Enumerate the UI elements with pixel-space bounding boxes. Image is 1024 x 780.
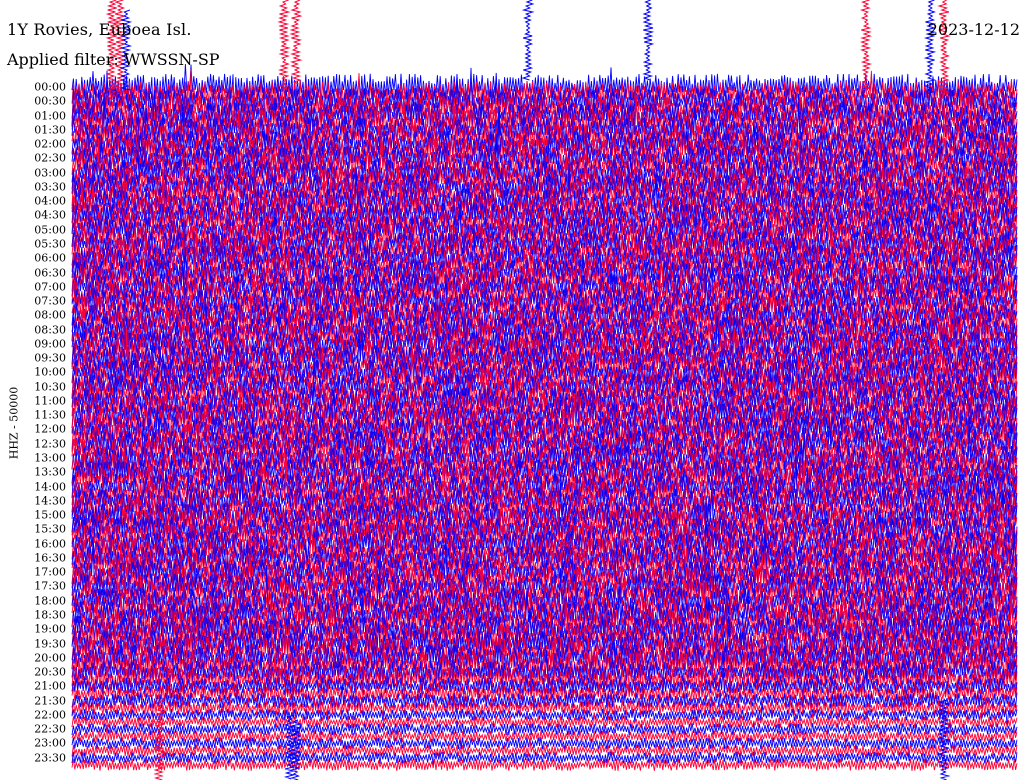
row-time-label: 21:00	[34, 679, 66, 693]
row-time-label: 05:00	[34, 223, 66, 237]
row-time-label: 08:00	[34, 308, 66, 322]
row-time-label: 08:30	[34, 323, 66, 337]
row-time-label: 16:30	[34, 551, 66, 565]
row-time-label: 11:30	[34, 408, 66, 422]
event-spike	[642, 0, 655, 81]
row-time-label: 20:30	[34, 665, 66, 679]
plot-date: 2023-12-12	[927, 20, 1020, 39]
row-time-label: 22:30	[34, 722, 66, 736]
row-time-label: 00:30	[34, 94, 66, 108]
row-time-label: 02:00	[34, 137, 66, 151]
row-time-label: 06:30	[34, 266, 66, 279]
row-time-label: 19:30	[34, 637, 66, 651]
row-time-label: 13:30	[34, 465, 66, 479]
row-time-label: 17:30	[34, 579, 66, 593]
row-time-label: 19:00	[34, 622, 66, 636]
row-time-label: 18:00	[34, 594, 66, 608]
row-time-label: 14:00	[34, 480, 66, 494]
row-time-label: 09:30	[34, 351, 66, 365]
event-spike	[277, 0, 291, 91]
row-time-label: 14:30	[34, 494, 66, 508]
row-time-label: 13:00	[34, 451, 66, 465]
event-spike	[923, 0, 937, 95]
row-time-label: 02:30	[34, 151, 66, 165]
row-time-label: 01:30	[34, 123, 66, 137]
row-time-label: 18:30	[34, 608, 66, 622]
row-time-label: 01:00	[34, 109, 66, 123]
row-time-label: 21:30	[34, 694, 66, 708]
row-time-label: 11:00	[34, 394, 66, 408]
event-spike	[521, 0, 535, 81]
row-time-label: 09:00	[34, 337, 66, 351]
row-time-label: 03:00	[34, 166, 66, 180]
row-time-label: 04:00	[34, 194, 66, 208]
event-spike	[859, 0, 873, 91]
event-spike	[289, 0, 303, 85]
row-time-label: 12:30	[34, 437, 66, 451]
row-time-label: 23:00	[34, 736, 66, 750]
row-time-label: 23:30	[34, 751, 66, 765]
row-time-label: 15:00	[34, 508, 66, 522]
row-time-label: 07:30	[34, 294, 66, 308]
row-time-label: 15:30	[34, 522, 66, 536]
row-time-label: 06:00	[34, 251, 66, 265]
row-time-label: 10:30	[34, 380, 66, 394]
row-time-label: 00:00	[34, 80, 66, 94]
row-time-label: 20:00	[34, 651, 66, 665]
row-time-label: 16:00	[34, 537, 66, 551]
row-time-label: 17:00	[34, 565, 66, 579]
row-time-label: 07:00	[34, 280, 66, 294]
row-time-label: 03:30	[34, 180, 66, 194]
row-time-label: 22:00	[34, 708, 66, 722]
row-time-label: 05:30	[34, 237, 66, 251]
row-labels: 00:00 00:30 01:00 01:30 02:00 02:30 03:00 03:30…	[0, 0, 66, 780]
row-time-label: 12:00	[34, 422, 66, 436]
row-time-label: 10:00	[34, 365, 66, 379]
row-time-label: 04:30	[34, 208, 66, 222]
helicorder-plot	[71, 0, 1018, 780]
